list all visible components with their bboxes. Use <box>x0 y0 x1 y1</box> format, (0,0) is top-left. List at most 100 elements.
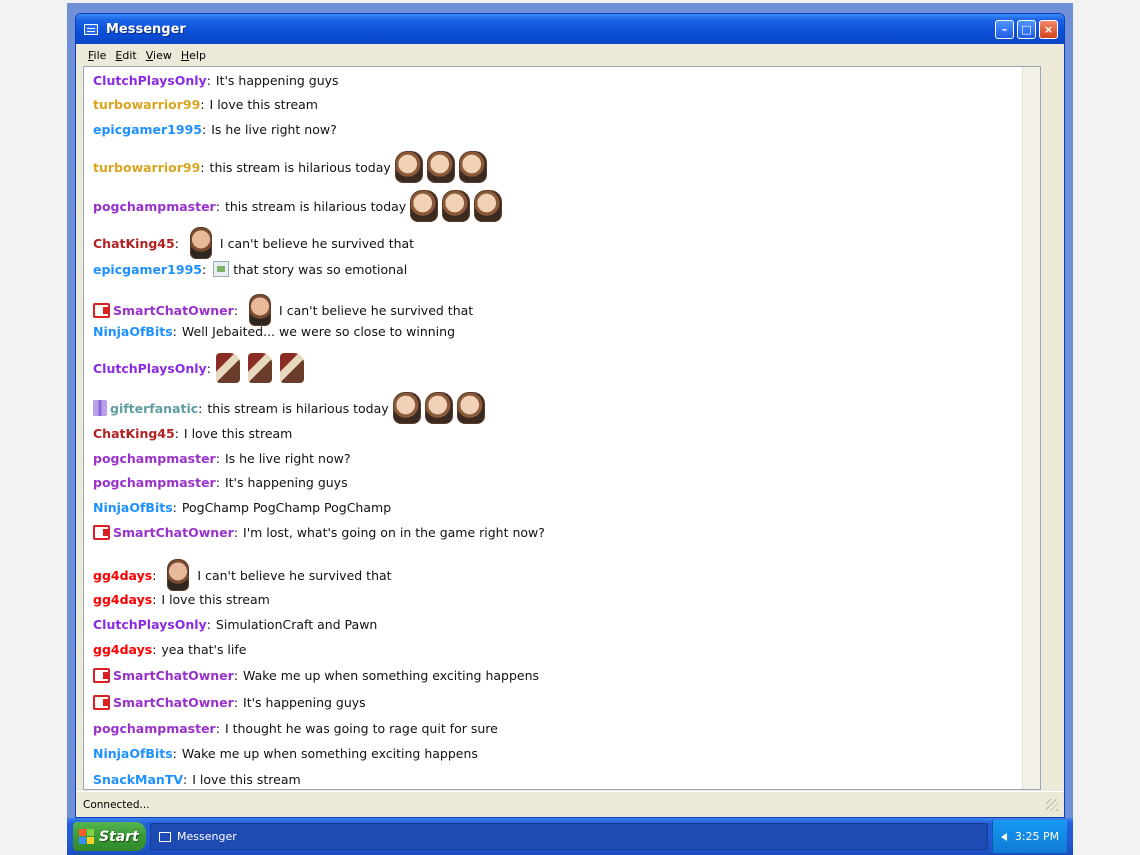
chat-username[interactable]: gg4days <box>93 568 152 583</box>
chat-text: I'm lost, what's going on in the game ri… <box>243 525 545 540</box>
chat-message: ChatKing45: I can't believe he survived t… <box>93 227 414 259</box>
chat-username[interactable]: ClutchPlaysOnly <box>93 73 207 88</box>
laughing-emote-icon <box>424 392 453 424</box>
separator: : <box>152 642 157 657</box>
chat-log[interactable]: ClutchPlaysOnly: It's happening guys turbo… <box>83 66 1041 790</box>
face-emote-icon <box>249 294 272 326</box>
chat-text: Wake me up when something exciting happe… <box>243 668 540 683</box>
chat-username[interactable]: epicgamer1995 <box>93 262 202 277</box>
broken-image-icon <box>213 261 230 277</box>
laughing-emote-icon <box>392 392 421 424</box>
chat-username[interactable]: ChatKing45 <box>93 426 175 441</box>
chat-message: gg4days: I can't believe he survived that <box>93 559 392 591</box>
chat-username[interactable]: epicgamer1995 <box>93 122 202 137</box>
chat-text: I love this stream <box>192 772 301 787</box>
chat-message: NinjaOfBits: PogChamp PogChamp PogChamp <box>93 500 391 515</box>
broadcaster-badge-icon <box>93 525 110 540</box>
separator: : <box>233 302 239 318</box>
separator: : <box>206 617 211 632</box>
gift-badge-icon <box>93 400 107 416</box>
chat-text: It's happening guys <box>243 695 366 710</box>
face-emote-icon <box>167 559 190 591</box>
menu-view[interactable]: View <box>146 49 172 62</box>
chat-message: pogchampmaster: this stream is hilarious … <box>93 190 506 222</box>
window-title: Messenger <box>106 21 186 37</box>
speaker-icon[interactable] <box>1000 832 1007 841</box>
menu-file[interactable]: File <box>88 49 106 62</box>
chat-username[interactable]: gg4days <box>93 642 152 657</box>
menu-help[interactable]: Help <box>181 49 206 62</box>
title-bar[interactable]: Messenger – □ × <box>76 14 1064 44</box>
separator: : <box>233 695 239 710</box>
emote-group <box>394 151 491 183</box>
chat-username[interactable]: NinjaOfBits <box>93 324 173 339</box>
chat-text: It's happening guys <box>224 475 348 490</box>
chat-username[interactable]: ClutchPlaysOnly <box>93 361 207 376</box>
chat-username[interactable]: SnackManTV <box>93 772 183 787</box>
separator: : <box>215 475 220 490</box>
dino-emote-icon <box>215 353 240 383</box>
chat-username[interactable]: pogchampmaster <box>93 451 216 466</box>
chat-username[interactable]: turbowarrior99 <box>93 160 200 175</box>
chat-username[interactable]: SmartChatOwner <box>113 668 234 683</box>
separator: : <box>200 159 205 175</box>
resize-grip-icon[interactable] <box>1046 799 1058 811</box>
chat-message: SmartChatOwner: I can't believe he surviv… <box>93 294 473 326</box>
chat-message: ClutchPlaysOnly: SimulationCraft and Pawn <box>93 617 377 632</box>
chat-scrollbar[interactable] <box>1022 67 1040 789</box>
taskbar-item-label: Messenger <box>177 830 237 843</box>
chat-username[interactable]: SmartChatOwner <box>113 303 234 318</box>
separator: : <box>152 567 157 583</box>
chat-username[interactable]: SmartChatOwner <box>113 695 234 710</box>
chat-username[interactable]: turbowarrior99 <box>93 97 200 112</box>
taskbar-item-messenger[interactable]: Messenger <box>150 823 988 850</box>
separator: : <box>198 400 203 416</box>
chat-username[interactable]: SmartChatOwner <box>113 525 234 540</box>
separator: : <box>201 122 207 137</box>
minimize-button[interactable]: – <box>995 19 1014 39</box>
chat-username[interactable]: pogchampmaster <box>93 721 216 736</box>
separator: : <box>201 261 207 277</box>
broadcaster-badge-icon <box>93 695 110 710</box>
chat-username[interactable]: pogchampmaster <box>93 199 216 214</box>
laughing-emote-icon <box>458 151 487 183</box>
dino-emote-icon <box>247 353 272 383</box>
chat-text: I love this stream <box>183 426 293 441</box>
close-button[interactable]: × <box>1039 19 1058 39</box>
chat-text: I love this stream <box>161 592 270 607</box>
chat-username[interactable]: NinjaOfBits <box>93 500 173 515</box>
chat-username[interactable]: pogchampmaster <box>93 475 216 490</box>
laughing-emote-icon <box>456 392 485 424</box>
chat-username[interactable]: ChatKing45 <box>93 236 175 251</box>
desktop: Messenger – □ × File Edit View Help Clut… <box>67 3 1073 855</box>
chat-text: Is he live right now? <box>224 451 351 466</box>
separator: : <box>183 772 188 787</box>
chat-text: yea that's life <box>161 642 247 657</box>
separator: : <box>174 426 179 441</box>
chat-message: epicgamer1995: Is he live right now? <box>93 122 337 137</box>
chat-username[interactable]: gg4days <box>93 592 152 607</box>
chat-text: I can't believe he survived that <box>197 567 392 583</box>
chat-message: pogchampmaster: Is he live right now? <box>93 451 350 466</box>
chat-message: NinjaOfBits: Well Jebaited... we were so … <box>93 324 455 339</box>
chat-text: this stream is hilarious today <box>207 400 389 416</box>
menu-edit[interactable]: Edit <box>115 49 136 62</box>
chat-username[interactable]: ClutchPlaysOnly <box>93 617 207 632</box>
chat-username[interactable]: NinjaOfBits <box>93 746 173 761</box>
chat-message: turbowarrior99: I love this stream <box>93 97 318 112</box>
chat-username[interactable]: gifterfanatic <box>110 401 198 416</box>
separator: : <box>215 198 220 214</box>
maximize-button[interactable]: □ <box>1017 19 1036 39</box>
chat-message: SnackManTV: I love this stream <box>93 772 301 787</box>
start-button[interactable]: Start <box>73 822 146 851</box>
chat-message: SmartChatOwner: It's happening guys <box>93 695 366 710</box>
separator: : <box>172 324 177 339</box>
separator: : <box>233 668 239 683</box>
clock[interactable]: 3:25 PM <box>1015 830 1059 843</box>
chat-text: I can't believe he survived that <box>279 302 474 318</box>
chat-text: I love this stream <box>209 97 318 112</box>
separator: : <box>172 746 177 761</box>
face-emote-icon <box>189 227 212 259</box>
chat-text: Is he live right now? <box>211 122 337 137</box>
chat-message: ChatKing45: I love this stream <box>93 426 292 441</box>
